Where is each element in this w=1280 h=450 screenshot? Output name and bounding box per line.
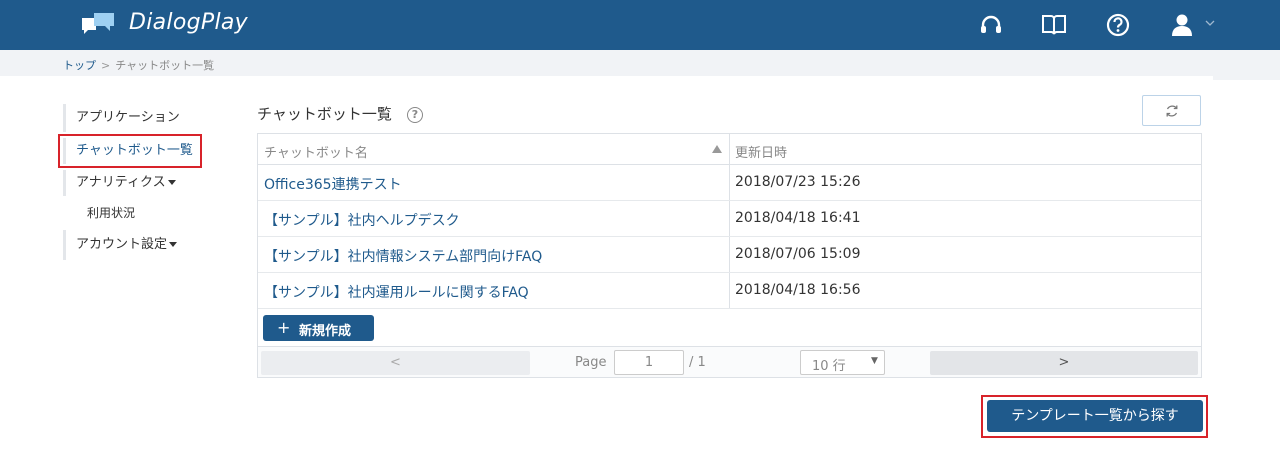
- breadcrumb-home-link[interactable]: トップ: [63, 59, 96, 72]
- table-row[interactable]: 【サンプル】社内情報システム部門向けFAQ 2018/07/06 15:09: [258, 237, 1201, 273]
- plus-icon: +: [277, 318, 291, 337]
- pagination: < Page / 1 10 行 ▼ >: [258, 346, 1201, 377]
- sidebar-item-account-settings[interactable]: アカウント設定: [63, 230, 178, 260]
- select-arrow-icon: ▼: [871, 356, 878, 366]
- chat-bubbles-logo-icon: [82, 13, 114, 34]
- chatbot-name-link[interactable]: 【サンプル】社内情報システム部門向けFAQ: [264, 246, 542, 266]
- prev-page-button[interactable]: <: [261, 351, 530, 375]
- caret-down-icon: [167, 180, 176, 185]
- breadcrumb-current: チャットボット一覧: [115, 59, 215, 72]
- page-number-input[interactable]: [614, 350, 684, 375]
- table-row[interactable]: 【サンプル】社内運用ルールに関するFAQ 2018/04/18 16:56: [258, 273, 1201, 309]
- rows-per-page-value: 10 行: [812, 359, 846, 374]
- caret-down-icon: [169, 242, 178, 247]
- sidebar-item-account-label: アカウント設定: [76, 237, 168, 252]
- page-total: / 1: [689, 355, 706, 370]
- column-header-name[interactable]: チャットボット名: [264, 142, 368, 161]
- breadcrumb: トップ > チャットボット一覧: [63, 57, 214, 73]
- refresh-button[interactable]: [1142, 95, 1201, 126]
- rows-per-page-select[interactable]: 10 行 ▼: [800, 350, 885, 375]
- column-header-updated[interactable]: 更新日時: [735, 142, 787, 161]
- updated-date: 2018/07/23 15:26: [735, 174, 861, 190]
- sidebar-item-analytics-label: アナリティクス: [76, 175, 166, 190]
- new-button-label: 新規作成: [299, 324, 352, 339]
- page-title: チャットボット一覧: [257, 105, 392, 123]
- app-title[interactable]: DialogPlay: [129, 10, 248, 35]
- help-icon[interactable]: [1104, 11, 1132, 39]
- next-page-button[interactable]: >: [930, 351, 1198, 375]
- chatbot-table: チャットボット名 更新日時 Office365連携テスト 2018/07/23 …: [257, 133, 1202, 378]
- updated-date: 2018/04/18 16:56: [735, 282, 861, 298]
- sidebar-item-analytics[interactable]: アナリティクス: [63, 170, 176, 196]
- breadcrumb-bar-edge: [1213, 76, 1280, 80]
- book-icon[interactable]: [1040, 11, 1068, 39]
- sidebar-item-applications[interactable]: アプリケーション: [63, 104, 180, 132]
- browse-templates-button[interactable]: テンプレート一覧から探す: [987, 400, 1203, 432]
- user-icon[interactable]: [1168, 11, 1196, 39]
- sort-ascending-icon[interactable]: [712, 145, 722, 153]
- highlight-box-sidebar: [58, 134, 202, 168]
- chevron-down-icon[interactable]: [1204, 17, 1216, 29]
- sidebar-subitem-usage[interactable]: 利用状況: [87, 204, 135, 221]
- headset-icon[interactable]: [977, 11, 1005, 39]
- chatbot-name-link[interactable]: Office365連携テスト: [264, 174, 402, 194]
- table-row[interactable]: Office365連携テスト 2018/07/23 15:26: [258, 165, 1201, 201]
- updated-date: 2018/04/18 16:41: [735, 210, 861, 226]
- chatbot-name-link[interactable]: 【サンプル】社内運用ルールに関するFAQ: [264, 282, 529, 302]
- table-row[interactable]: 【サンプル】社内ヘルプデスク 2018/04/18 16:41: [258, 201, 1201, 237]
- chatbot-name-link[interactable]: 【サンプル】社内ヘルプデスク: [264, 210, 460, 230]
- refresh-icon: [1166, 105, 1178, 117]
- updated-date: 2018/07/06 15:09: [735, 246, 861, 262]
- question-circle-icon[interactable]: ?: [407, 107, 423, 123]
- top-header: DialogPlay: [0, 0, 1280, 50]
- breadcrumb-separator: >: [101, 59, 111, 72]
- page-label: Page: [575, 355, 607, 370]
- new-chatbot-button[interactable]: + 新規作成: [263, 315, 374, 341]
